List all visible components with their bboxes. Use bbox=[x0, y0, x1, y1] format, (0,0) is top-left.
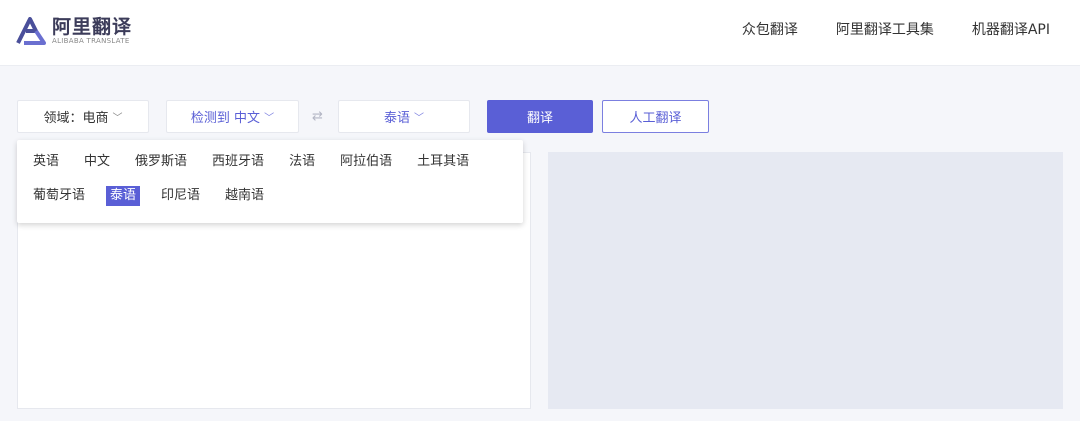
nav-machine-translation-api[interactable]: 机器翻译API bbox=[972, 19, 1050, 39]
source-language-select[interactable]: 检测到 中文 ﹀ bbox=[166, 100, 299, 133]
language-option-vietnamese[interactable]: 越南语 bbox=[221, 186, 268, 206]
domain-select[interactable]: 领域：电商 ﹀ bbox=[17, 100, 149, 133]
language-option-turkish[interactable]: 土耳其语 bbox=[413, 152, 473, 172]
language-option-english[interactable]: 英语 bbox=[29, 152, 63, 172]
logo-icon bbox=[16, 17, 46, 45]
language-option-chinese[interactable]: 中文 bbox=[80, 152, 114, 172]
language-option-spanish[interactable]: 西班牙语 bbox=[208, 152, 268, 172]
chevron-down-icon: ﹀ bbox=[264, 113, 275, 124]
logo-subtitle: ALIBABA TRANSLATE bbox=[52, 36, 130, 45]
logo[interactable]: 阿里翻译 ALIBABA TRANSLATE bbox=[16, 15, 132, 47]
nav-alibaba-tools[interactable]: 阿里翻译工具集 bbox=[836, 19, 934, 39]
language-option-thai[interactable]: 泰语 bbox=[106, 186, 141, 206]
swap-languages-icon[interactable]: ⇄ bbox=[312, 109, 323, 124]
chevron-down-icon: ﹀ bbox=[414, 113, 424, 124]
target-language-dropdown: 英语 中文 俄罗斯语 西班牙语 法语 阿拉伯语 土耳其语 葡萄牙语 泰语 印尼语… bbox=[17, 140, 523, 223]
nav-crowdsource-translation[interactable]: 众包翻译 bbox=[742, 19, 798, 39]
human-translation-button[interactable]: 人工翻译 bbox=[602, 100, 709, 133]
language-option-russian[interactable]: 俄罗斯语 bbox=[131, 152, 191, 172]
logo-title: 阿里翻译 bbox=[52, 15, 133, 38]
target-language-select[interactable]: 泰语 ﹀ bbox=[338, 100, 470, 133]
source-language-label: 检测到 中文 bbox=[190, 111, 261, 126]
translation-output-panel bbox=[548, 152, 1063, 409]
domain-select-label: 领域：电商 bbox=[43, 111, 109, 126]
language-option-portuguese[interactable]: 葡萄牙语 bbox=[29, 186, 89, 206]
language-option-french[interactable]: 法语 bbox=[285, 152, 319, 172]
translate-button[interactable]: 翻译 bbox=[487, 100, 593, 133]
top-header: 阿里翻译 ALIBABA TRANSLATE 众包翻译 阿里翻译工具集 机器翻译… bbox=[0, 0, 1080, 66]
language-option-indonesian[interactable]: 印尼语 bbox=[157, 186, 204, 206]
chevron-down-icon: ﹀ bbox=[112, 113, 123, 124]
target-language-label: 泰语 bbox=[383, 111, 410, 126]
top-nav: 众包翻译 阿里翻译工具集 机器翻译API bbox=[704, 0, 1050, 58]
language-option-arabic[interactable]: 阿拉伯语 bbox=[336, 152, 396, 172]
